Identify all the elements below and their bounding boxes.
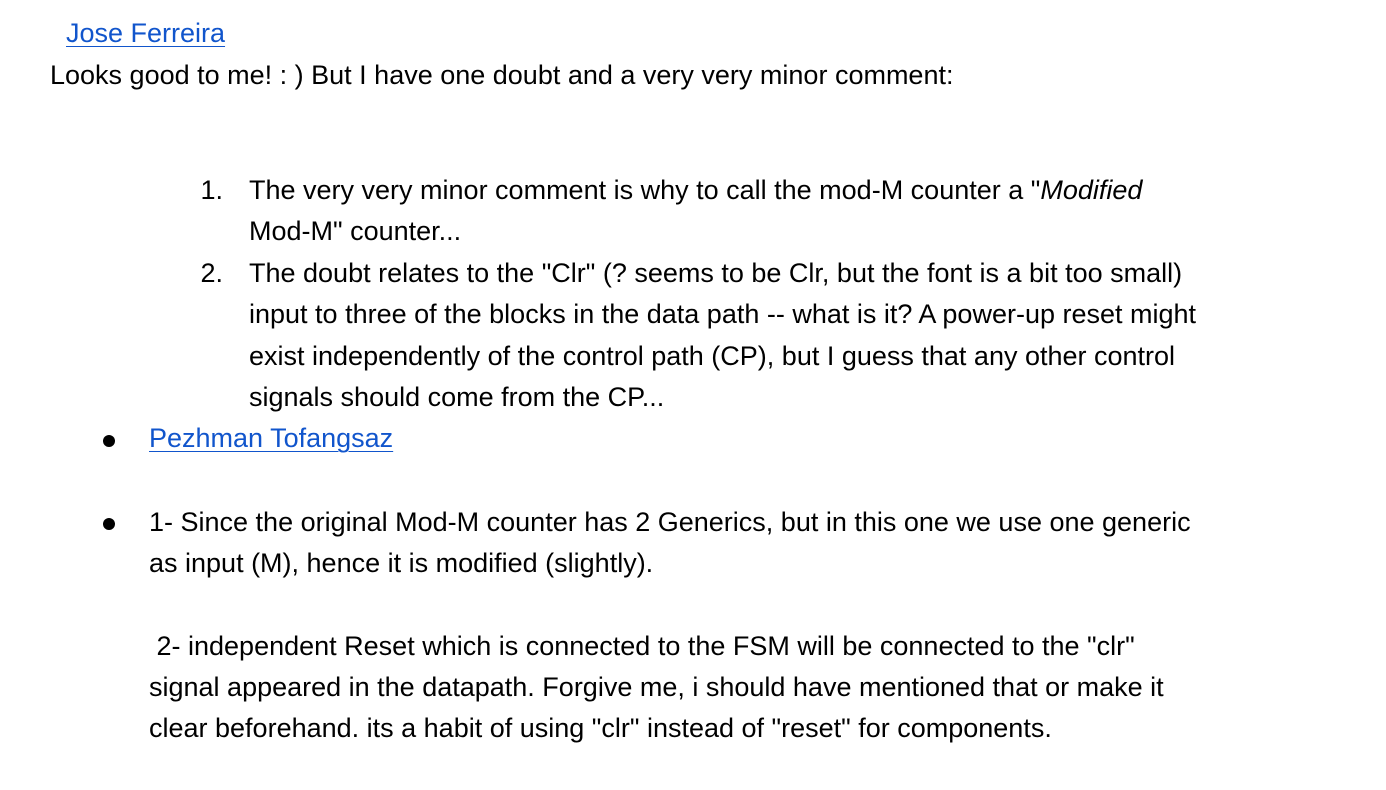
reply-text: signal appeared in the datapath. Forgive… <box>149 672 1164 702</box>
list-item-number: 2. <box>200 258 223 288</box>
author-link-jose-ferreira[interactable]: Jose Ferreira <box>66 13 225 55</box>
bullet-icon <box>103 435 115 447</box>
list-item-text: input to three of the blocks in the data… <box>249 299 1197 329</box>
reply-text: 2- independent Reset which is connected … <box>149 631 1135 661</box>
list-item-number: 1. <box>200 175 223 205</box>
list-item-text: exist independently of the control path … <box>249 341 1176 371</box>
reply-text: clear beforehand. its a habit of using "… <box>149 713 1052 743</box>
emphasized-word: Modified <box>1040 175 1143 205</box>
reply-text: as input (M), hence it is modified (slig… <box>149 548 654 578</box>
comment-intro: Looks good to me! : ) But I have one dou… <box>50 60 954 90</box>
list-item-text: signals should come from the CP... <box>249 382 665 412</box>
list-item-text: The very very minor comment is why to ca… <box>249 170 1142 212</box>
bullet-icon <box>103 518 115 530</box>
list-item-text: Mod-M" counter... <box>249 216 462 246</box>
author-link-pezhman-tofangsaz[interactable]: Pezhman Tofangsaz <box>149 418 393 460</box>
reply-text: 1- Since the original Mod-M counter has … <box>149 507 1191 537</box>
list-item-text: The doubt relates to the "Clr" (? seems … <box>249 258 1183 288</box>
list-item-text-plain: The very very minor comment is why to ca… <box>249 175 1041 205</box>
